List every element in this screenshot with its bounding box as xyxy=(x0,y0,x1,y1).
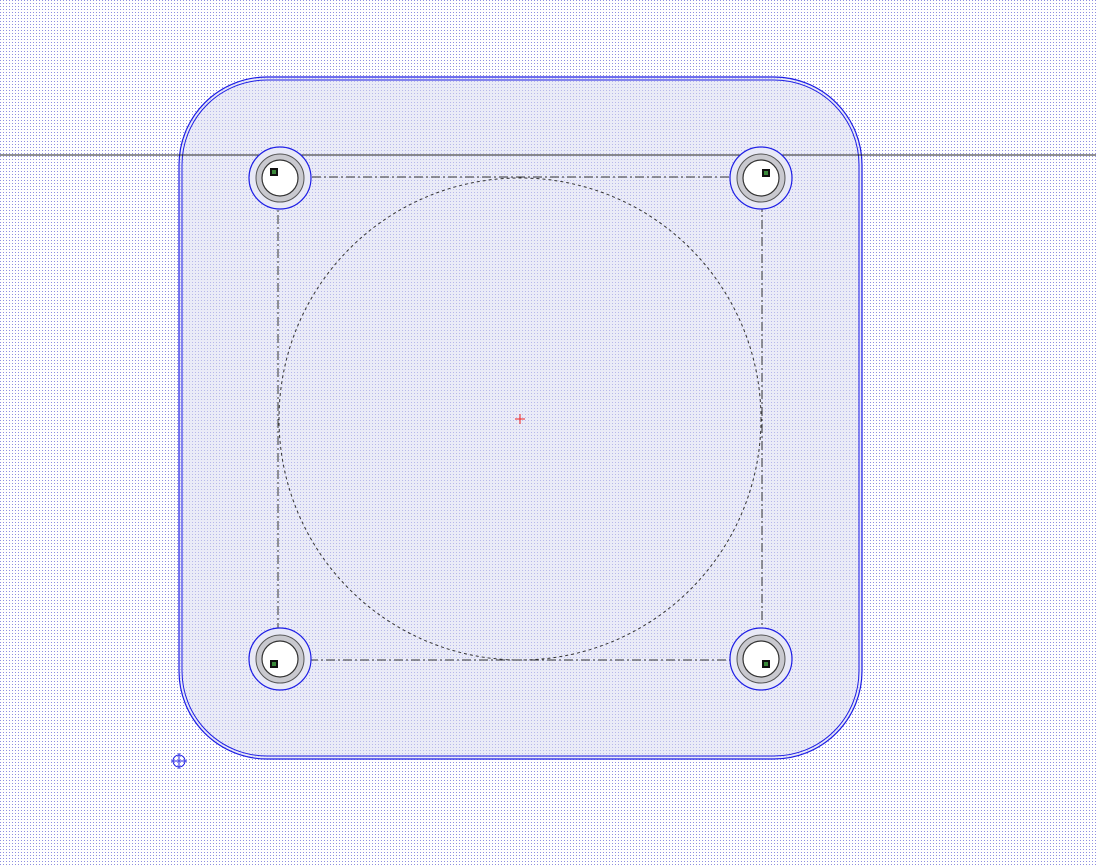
drawing-svg[interactable] xyxy=(0,0,1096,866)
mounting-hole-top-right[interactable] xyxy=(729,146,793,210)
mounting-hole-bottom-left[interactable] xyxy=(248,627,312,691)
cad-canvas[interactable] xyxy=(0,0,1096,866)
mounting-hole-bottom-right[interactable] xyxy=(729,627,793,691)
mounting-hole-top-left[interactable] xyxy=(248,146,312,210)
